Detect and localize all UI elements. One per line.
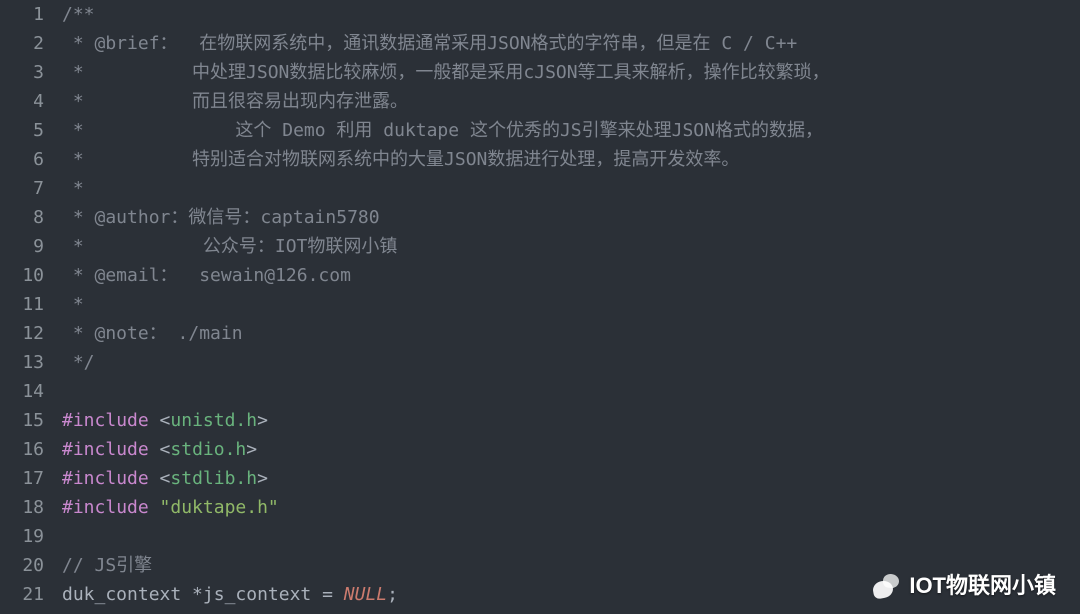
code-line[interactable]: * 而且很容易出现内存泄露。 <box>62 87 1080 116</box>
code-line[interactable]: #include <stdio.h> <box>62 435 1080 464</box>
code-line[interactable]: * @brief： 在物联网系统中，通讯数据通常采用JSON格式的字符串，但是在… <box>62 29 1080 58</box>
line-number: 4 <box>0 87 44 116</box>
line-number: 21 <box>0 580 44 609</box>
line-number: 11 <box>0 290 44 319</box>
line-number: 16 <box>0 435 44 464</box>
code-line[interactable] <box>62 522 1080 551</box>
code-line[interactable]: */ <box>62 348 1080 377</box>
line-number: 5 <box>0 116 44 145</box>
line-number: 10 <box>0 261 44 290</box>
line-number: 1 <box>0 0 44 29</box>
watermark: IOT物联网小镇 <box>871 571 1056 600</box>
line-number: 14 <box>0 377 44 406</box>
line-number: 8 <box>0 203 44 232</box>
code-line[interactable]: * 特别适合对物联网系统中的大量JSON数据进行处理，提高开发效率。 <box>62 145 1080 174</box>
line-number: 17 <box>0 464 44 493</box>
code-line[interactable] <box>62 377 1080 406</box>
code-line[interactable]: * @note： ./main <box>62 319 1080 348</box>
line-number: 19 <box>0 522 44 551</box>
line-number: 2 <box>0 29 44 58</box>
code-line[interactable]: #include "duktape.h" <box>62 493 1080 522</box>
watermark-label: IOT物联网小镇 <box>909 571 1056 600</box>
line-number-gutter: 123456789101112131415161718192021 <box>0 0 62 614</box>
line-number: 20 <box>0 551 44 580</box>
line-number: 3 <box>0 58 44 87</box>
code-area[interactable]: /** * @brief： 在物联网系统中，通讯数据通常采用JSON格式的字符串… <box>62 0 1080 614</box>
code-line[interactable]: * 中处理JSON数据比较麻烦，一般都是采用cJSON等工具来解析，操作比较繁琐… <box>62 58 1080 87</box>
line-number: 12 <box>0 319 44 348</box>
line-number: 7 <box>0 174 44 203</box>
code-line[interactable]: * 公众号：IOT物联网小镇 <box>62 232 1080 261</box>
code-line[interactable]: * 这个 Demo 利用 duktape 这个优秀的JS引擎来处理JSON格式的… <box>62 116 1080 145</box>
code-line[interactable]: #include <stdlib.h> <box>62 464 1080 493</box>
code-line[interactable]: * <box>62 290 1080 319</box>
code-line[interactable]: /** <box>62 0 1080 29</box>
line-number: 6 <box>0 145 44 174</box>
code-editor[interactable]: 123456789101112131415161718192021 /** * … <box>0 0 1080 614</box>
code-line[interactable]: * <box>62 174 1080 203</box>
line-number: 9 <box>0 232 44 261</box>
code-line[interactable]: * @email： sewain@126.com <box>62 261 1080 290</box>
line-number: 13 <box>0 348 44 377</box>
wechat-icon <box>871 574 899 598</box>
code-line[interactable]: * @author：微信号：captain5780 <box>62 203 1080 232</box>
line-number: 18 <box>0 493 44 522</box>
code-line[interactable]: #include <unistd.h> <box>62 406 1080 435</box>
line-number: 15 <box>0 406 44 435</box>
